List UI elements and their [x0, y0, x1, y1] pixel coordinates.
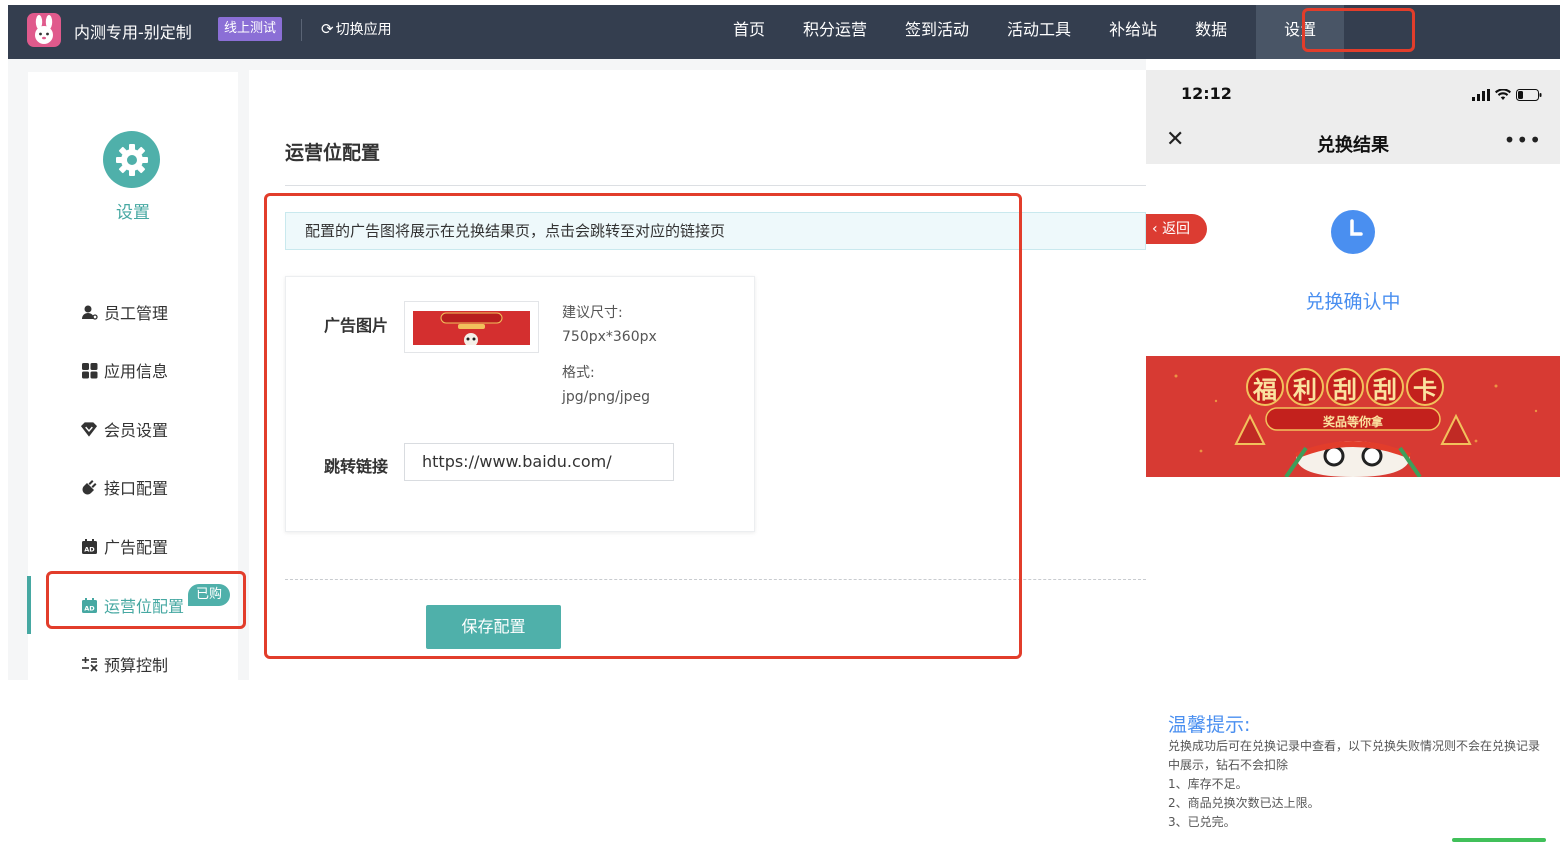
- tips-line: 2、商品兑换次数已达上限。: [1168, 796, 1320, 810]
- budget-icon: [80, 655, 98, 673]
- sidebar-item-label: 应用信息: [104, 362, 169, 381]
- wifi-icon: [1495, 86, 1511, 105]
- status-time: 12:12: [1181, 84, 1232, 103]
- green-button-edge: [1452, 838, 1546, 842]
- sidebar-title: 设置: [116, 203, 150, 223]
- info-notice: 配置的广告图将展示在兑换结果页，点击会跳转至对应的链接页: [285, 212, 1146, 250]
- sidebar-item-label: 员工管理: [104, 304, 169, 323]
- sidebar-item-label: 广告配置: [104, 538, 169, 557]
- signal-icon: [1472, 86, 1490, 105]
- nav-activity-tools[interactable]: 活动工具: [988, 5, 1090, 59]
- link-input[interactable]: https://www.baidu.com/: [404, 443, 674, 481]
- nav-data[interactable]: 数据: [1176, 5, 1246, 59]
- config-card: 广告图片 建议尺寸: 750px*360px 格式: jpg/png/jpeg …: [285, 276, 755, 532]
- section-divider: [285, 579, 1146, 580]
- sidebar-item-ops-position[interactable]: AD 运营位配置: [80, 593, 184, 617]
- tips-line: 兑换成功后可在兑换记录中查看，以下兑换失败情况则不会在兑换记录中展示，钻石不会扣…: [1168, 739, 1541, 772]
- ad-image-thumbnail: [413, 311, 530, 345]
- sidebar-item-ad[interactable]: AD 广告配置: [80, 534, 168, 558]
- nav-supply-station[interactable]: 补给站: [1090, 5, 1176, 59]
- sidebar-item-api[interactable]: 接口配置: [80, 475, 168, 499]
- sidebar-item-label: 接口配置: [104, 479, 169, 498]
- ad-banner[interactable]: 福 利 刮 刮 卡 奖品等你拿: [1146, 356, 1560, 477]
- refresh-icon: ⟳: [321, 20, 334, 38]
- banner-title: 福 利 刮 刮 卡: [1246, 368, 1444, 406]
- banner-subtitle: 奖品等你拿: [1322, 415, 1383, 429]
- tips-body: 兑换成功后可在兑换记录中查看，以下兑换失败情况则不会在兑换记录中展示，钻石不会扣…: [1168, 737, 1546, 832]
- save-config-button[interactable]: 保存配置: [426, 605, 561, 649]
- back-button[interactable]: ‹ 返回: [1146, 214, 1207, 244]
- banner-char: 利: [1286, 368, 1324, 406]
- ad-image-uploader[interactable]: [404, 301, 539, 353]
- banner-char: 刮: [1326, 368, 1364, 406]
- clock-icon: [1331, 210, 1375, 254]
- phone-page-title: 兑换结果: [1317, 135, 1389, 156]
- sidebar-item-app-info[interactable]: 应用信息: [80, 358, 168, 382]
- banner-char: 福: [1246, 368, 1284, 406]
- exchange-status: 兑换确认中: [1305, 291, 1401, 313]
- purchased-badge: 已购: [188, 584, 231, 606]
- sidebar-item-label: 会员设置: [104, 421, 169, 440]
- chevron-left-icon: ‹: [1152, 221, 1158, 237]
- sidebar-item-member[interactable]: 会员设置: [80, 417, 168, 441]
- ad-calendar-icon: AD: [80, 537, 98, 555]
- sidebar-item-budget[interactable]: 预算控制: [80, 652, 168, 676]
- ad-image-label: 广告图片: [324, 316, 389, 335]
- tips-line: 1、库存不足。: [1168, 777, 1248, 791]
- env-badge: 线上测试: [218, 17, 283, 41]
- more-icon[interactable]: •••: [1504, 128, 1542, 152]
- ad-calendar-icon: AD: [80, 596, 98, 614]
- size-hint-label: 建议尺寸:: [562, 305, 623, 321]
- banner-char: 卡: [1406, 368, 1444, 406]
- settings-gear-icon: [103, 131, 160, 188]
- page-title: 运营位配置: [285, 142, 381, 164]
- tips-title: 温馨提示:: [1168, 714, 1251, 736]
- battery-icon: [1516, 86, 1542, 105]
- main-nav: 首页 积分运营 签到活动 活动工具 补给站 数据 设置: [714, 5, 1345, 59]
- banner-char: 刮: [1366, 368, 1404, 406]
- sidebar-item-staff[interactable]: 员工管理: [80, 300, 168, 324]
- user-icon: [80, 303, 98, 321]
- link-label: 跳转链接: [324, 457, 389, 476]
- format-hint-value: jpg/png/jpeg: [562, 389, 651, 405]
- main-panel: 运营位配置 配置的广告图将展示在兑换结果页，点击会跳转至对应的链接页 广告图片 …: [249, 70, 1146, 680]
- svg-text:AD: AD: [84, 545, 95, 553]
- sidebar-active-indicator: [27, 576, 31, 634]
- svg-text:AD: AD: [84, 604, 95, 612]
- nav-home[interactable]: 首页: [714, 5, 784, 59]
- nav-checkin[interactable]: 签到活动: [886, 5, 988, 59]
- sidebar-item-label: 预算控制: [104, 656, 169, 675]
- app-title: 内测专用-别定制: [74, 23, 192, 42]
- switch-app-button[interactable]: ⟳ 切换应用: [321, 19, 392, 39]
- grid-icon: [80, 361, 98, 379]
- status-icons: [1472, 86, 1542, 105]
- phone-preview: 12:12 ✕ 兑换结果 ••• ‹ 返回 兑换确认中 福 利 刮 刮 卡 奖品…: [1146, 70, 1560, 842]
- plug-icon: [80, 478, 98, 496]
- back-label: 返回: [1162, 221, 1191, 237]
- app-logo-icon: [27, 13, 61, 47]
- top-navbar: 内测专用-别定制 线上测试 ⟳ 切换应用 首页 积分运营 签到活动 活动工具 补…: [8, 5, 1560, 59]
- phone-header: 12:12 ✕ 兑换结果 •••: [1146, 70, 1560, 164]
- nav-settings[interactable]: 设置: [1256, 5, 1345, 59]
- sidebar-item-label: 运营位配置: [104, 597, 185, 616]
- tips-line: 3、已兑完。: [1168, 815, 1236, 829]
- diamond-icon: [80, 420, 98, 438]
- title-divider: [285, 185, 1146, 186]
- nav-points-ops[interactable]: 积分运营: [784, 5, 886, 59]
- switch-app-label: 切换应用: [335, 22, 392, 38]
- format-hint-label: 格式:: [562, 365, 595, 381]
- size-hint-value: 750px*360px: [562, 329, 657, 345]
- topbar-divider: [301, 19, 302, 41]
